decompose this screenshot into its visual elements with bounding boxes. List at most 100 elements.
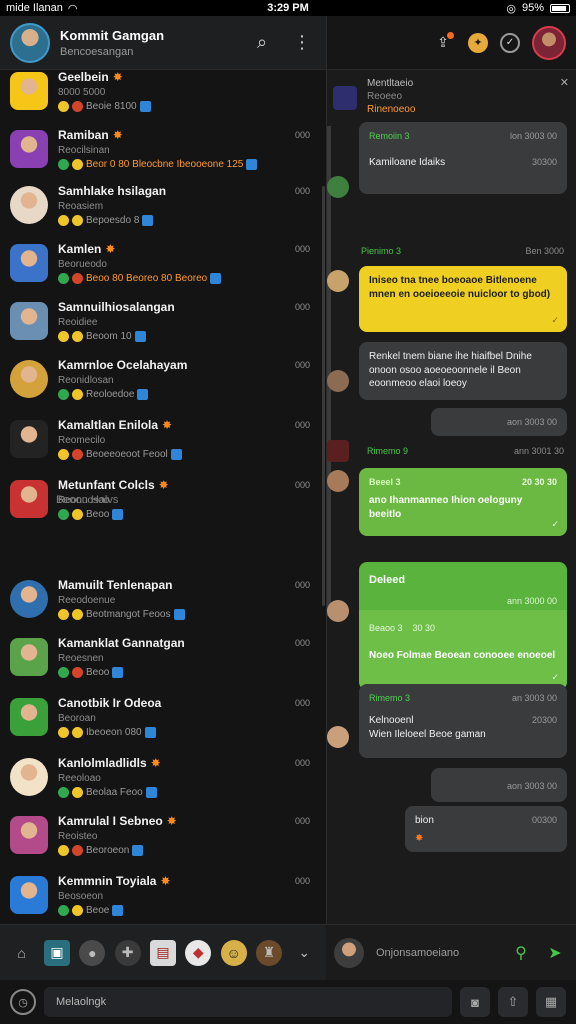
chat-row[interactable]: Ramiban ✸ Reocilsinan Beor 0 80 Bleocbne Ib… — [0, 128, 320, 186]
bottom-search-input[interactable]: Melaolngk — [44, 987, 452, 1017]
composer-avatar[interactable] — [334, 937, 364, 968]
gift-icon[interactable]: ▦ — [536, 987, 566, 1017]
message-bubble-highlight[interactable]: Iniseo tna tnee boeoaoe Bitlenoene mnen … — [359, 266, 567, 332]
message-bubble[interactable]: Remoiin 3 lon 3003 00 Kamiloane Idaiks 30… — [359, 122, 567, 194]
chat-row[interactable]: Samhlake hsilagan Reoasiem Bepoesdo 8 000 — [0, 184, 320, 242]
message-bubble[interactable]: Rimemo 3 an 3003 00 Kelnooenl 20300 Wien … — [359, 684, 567, 758]
avatar-tab-icon[interactable]: ● — [79, 939, 106, 966]
chat-avatar[interactable] — [10, 420, 48, 458]
fire-icon: ✸ — [112, 128, 123, 142]
chat-avatar[interactable] — [10, 72, 48, 110]
chat-row[interactable]: Geelbein ✸ 8000 5000 Beoie 8100 — [0, 70, 320, 128]
status-bar: mide Ilanan ◠ 3:29 PM ◎ 95% — [0, 0, 576, 16]
chat-name: Kamanklat Gannatgan — [58, 636, 286, 650]
day-label: Rimemo 9 — [367, 446, 409, 456]
message-composer: Onjonsamoeiano ⚲ ➤ — [326, 924, 576, 980]
chat-avatar[interactable] — [10, 480, 48, 518]
contact-avatar[interactable] — [532, 25, 566, 60]
chat-row[interactable]: Samnuilhiosalangan Reoidiee Beoom 10 000 — [0, 300, 320, 358]
chat-subtitle: Reomecilo — [58, 435, 106, 446]
chat-avatar[interactable] — [10, 360, 48, 398]
message-time: 20300 — [531, 715, 557, 726]
chat-subtitle: Reoasiem — [58, 201, 104, 212]
chevron-down-icon[interactable]: ⌄ — [291, 940, 317, 966]
search-icon[interactable]: ⌕ — [248, 29, 276, 57]
chat-avatar[interactable] — [10, 244, 48, 282]
message-bubble[interactable]: aon 3003 00 — [431, 768, 567, 802]
chat-row[interactable]: Kamlen ✸ Beorueodo Beoo 80 Beoreo 80 Beoreo… — [0, 242, 320, 300]
close-icon[interactable]: ✕ — [560, 76, 569, 89]
chat-row[interactable]: Mamuilt Tenlenapan Reeodoenue Beotmangot F… — [0, 578, 320, 636]
chat-row[interactable]: Metunfant Colcls ✸ Reonuosoo Beoo 000 — [0, 478, 320, 536]
chat-avatar[interactable] — [10, 130, 48, 168]
chat-list-scrollbar[interactable] — [322, 186, 325, 606]
character-icon[interactable]: ♜ — [255, 939, 282, 966]
chat-preview: Beolaa Feoo — [58, 787, 286, 798]
chat-row[interactable]: Kamrulal I Sebneo ✸ Reoisteo Beoroeon 000 — [0, 814, 320, 872]
message-bubble[interactable]: bion 00300 ✸ — [405, 806, 567, 852]
more-vertical-icon[interactable]: ⋮ — [288, 29, 316, 57]
star-badge-icon[interactable]: ✦ — [468, 32, 488, 53]
chat-preview-text: Beoeeoeoot Feool — [86, 449, 168, 460]
chat-list-panel: Kommit Gamgan Bencoesangan ⌕ ⋮ Geelbein ✸… — [0, 16, 326, 924]
chat-avatar[interactable] — [10, 638, 48, 676]
message-input[interactable]: Onjonsamoeiano — [376, 947, 500, 959]
profile-tab-icon[interactable]: ☺ — [220, 939, 247, 966]
fire-icon: ✸ — [112, 70, 123, 84]
chat-row[interactable]: Kamrnloe Ocelahayam Reonidlosan Reoloedoe 0… — [0, 358, 320, 416]
emoji-icon — [72, 273, 83, 284]
message-avatar — [327, 726, 349, 748]
green-card-message[interactable]: Deleed ann 3000 00 Beaoo 3 30 30 Noeo Fo… — [359, 562, 567, 690]
chat-preview: Beoie 8100 — [58, 101, 286, 112]
gamepad-icon[interactable]: ✚ — [114, 939, 141, 966]
chat-subtitle: Reeoloao — [58, 773, 101, 784]
card-icon[interactable]: ▤ — [149, 939, 176, 966]
share-icon[interactable]: ⇪ — [430, 30, 456, 56]
message-text: Renkel tnem biane ihe hiaifbel Dnihe ono… — [369, 351, 532, 389]
chat-time: 000 — [294, 480, 310, 490]
chat-row[interactable]: Kemmnin Toyiala ✸ Beosoeon Beoe 000 — [0, 874, 320, 924]
emoji-icon — [58, 331, 69, 342]
pinned-title: Mentltaeio — [367, 78, 414, 89]
chat-row[interactable]: Canotbik Ir Odeoa Beoroan Ibeoeon 080 000 — [0, 696, 320, 754]
message-bubble[interactable]: aon 3003 00 — [431, 408, 567, 436]
chat-row[interactable]: Kamanklat Gannatgan Reoesnen Beoo 000 — [0, 636, 320, 694]
pinned-message[interactable]: Mentltaeio Reoeeo Rinenoeoo ✕ — [327, 72, 576, 120]
chat-avatar[interactable] — [10, 186, 48, 224]
chat-subtitle: Beorueodo — [58, 259, 107, 270]
upload-icon[interactable]: ⇧ — [498, 987, 528, 1017]
chat-time: 000 — [294, 130, 310, 140]
compass-icon[interactable]: ◆ — [185, 939, 212, 966]
camera-icon[interactable]: ▣ — [43, 939, 70, 966]
chat-preview: Beoeeoeoot Feool — [58, 449, 286, 460]
card-text: Noeo Folmae Beoean conooee enoeoel — [369, 649, 556, 661]
emoji-icon — [58, 727, 69, 738]
chat-avatar[interactable] — [10, 580, 48, 618]
emoji-icon — [58, 787, 69, 798]
chat-avatar[interactable] — [10, 816, 48, 854]
emoji-icon — [58, 667, 69, 678]
emoji-icon — [72, 215, 83, 226]
chat-avatar[interactable] — [10, 302, 48, 340]
pin-icon[interactable]: ⚲ — [508, 940, 534, 966]
location-icon: ◎ — [506, 2, 516, 15]
profile-avatar[interactable] — [10, 22, 50, 63]
home-icon[interactable]: ⌂ — [9, 940, 35, 966]
chat-row[interactable]: Kanlolmladlidls ✸ Reeoloao Beolaa Feoo 000 — [0, 756, 320, 814]
message-timestamp: lon 3003 00 — [509, 131, 557, 141]
chat-preview-text: Reoloedoe — [86, 389, 135, 400]
chat-avatar[interactable] — [10, 876, 48, 914]
chat-preview-text: Beoo 80 Beoreo 80 Beoreo — [86, 273, 208, 284]
check-circle-icon[interactable]: ✓ — [500, 32, 520, 53]
chat-avatar[interactable] — [10, 698, 48, 736]
chat-time: 000 — [294, 302, 310, 312]
chat-subtitle: Reocilsinan — [58, 145, 110, 156]
send-icon[interactable]: ➤ — [542, 940, 568, 966]
clock: 3:29 PM — [267, 2, 309, 14]
message-bubble[interactable]: Renkel tnem biane ihe hiaifbel Dnihe ono… — [359, 342, 567, 400]
camera-shutter-icon[interactable]: ◙ — [460, 987, 490, 1017]
chat-row[interactable]: Kamaltlan Enilola ✸ Reomecilo Beoeeoeoot Fe… — [0, 418, 320, 476]
chat-avatar[interactable] — [10, 758, 48, 796]
clock-icon[interactable]: ◷ — [10, 989, 36, 1015]
message-bubble-green[interactable]: Beeel 3 20 30 30 ano Ihanmanneo Ihion oel… — [359, 468, 567, 536]
